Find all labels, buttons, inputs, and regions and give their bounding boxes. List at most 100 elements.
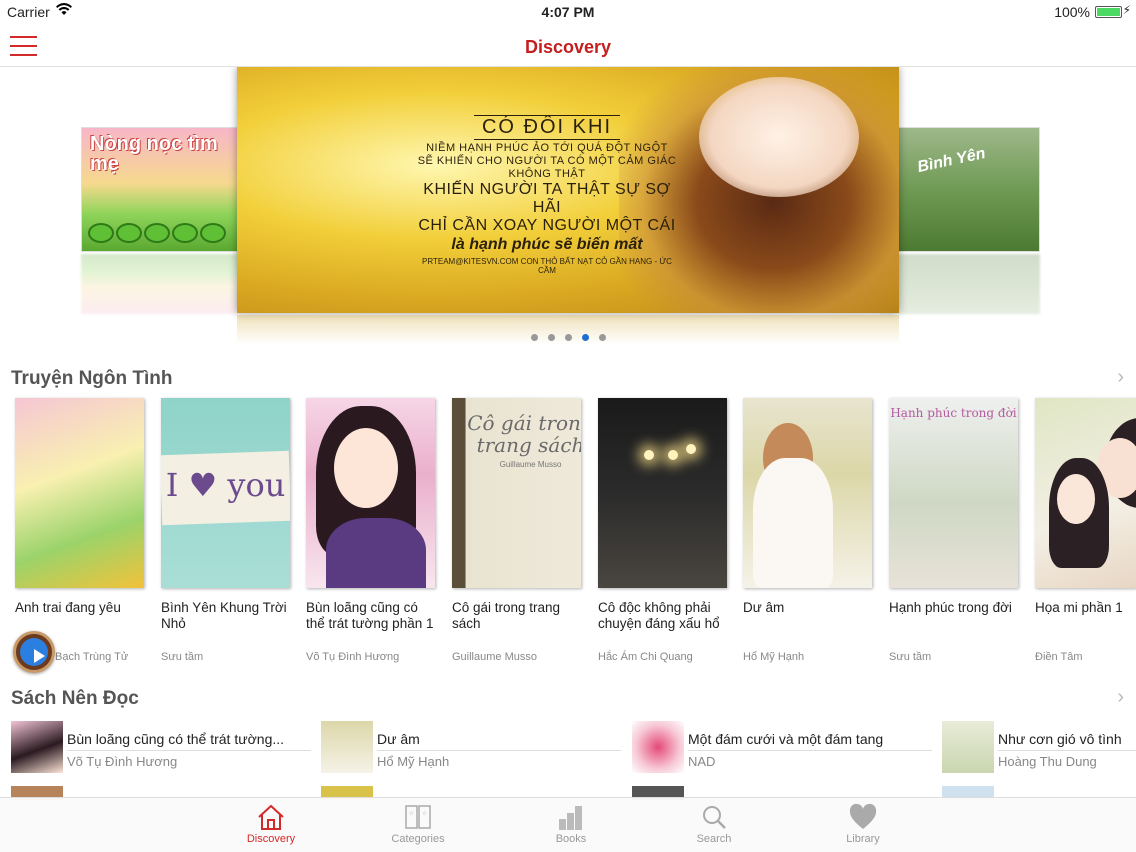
book-cover: Hạnh phúc trong đời [889, 398, 1018, 588]
book-thumbnail [321, 721, 373, 773]
battery-icon [1095, 6, 1122, 18]
book-cover [743, 398, 872, 588]
banner-credit: PRTEAM@KITESVN.COM CON THỎ BẤT NẠT CỎ GẦ… [422, 257, 672, 275]
navigation-bar: Discovery [0, 24, 1136, 67]
banner-quote-line: NIỀM HẠNH PHÚC ẢO TỚI QUÁ ĐỘT NGỘT [426, 142, 668, 154]
status-bar: Carrier 4:07 PM 100% ⚡ [0, 0, 1136, 24]
clock: 4:07 PM [541, 4, 595, 20]
book-cover-art [334, 428, 398, 508]
tab-library[interactable]: Library [823, 803, 903, 845]
banner-quote-line: KHIẾN NGƯỜI TA THẬT SỰ SỢ HÃI [423, 181, 671, 216]
book-author: Điền Tâm [1035, 651, 1083, 663]
frog-image [116, 223, 142, 243]
book-author: Võ Tụ Đình Hương [306, 651, 400, 663]
book-item[interactable]: Hạnh phúc trong đời Hạnh phúc trong đời … [889, 398, 1024, 663]
carousel-card-previous[interactable]: Nòng nọc tìm mẹ [81, 127, 241, 252]
book-title: Bùn loãng cũng có thể trát tường phần 1 [306, 600, 434, 631]
banner-quote: CÓ ĐÔI KHI NIỀM HẠNH PHÚC ẢO TỚI QUÁ ĐỘT… [417, 115, 677, 275]
tab-label: Categories [391, 833, 445, 845]
book-cover-text: Cô gái trong trang sách [467, 411, 581, 457]
banner-artwork [699, 77, 859, 197]
list-item-author: Hoàng Thu Dung [998, 754, 1097, 769]
audio-play-button[interactable] [13, 631, 55, 673]
book-item[interactable]: Dư âm Hổ Mỹ Hạnh [743, 398, 878, 663]
svg-text:☆: ☆ [422, 810, 427, 817]
book-item[interactable]: Bùn loãng cũng có thể trát tường phần 1 … [306, 398, 441, 663]
section-title-romance: Truyện Ngôn Tình [11, 368, 173, 389]
list-item-title: Như cơn gió vô tình [998, 731, 1122, 747]
frog-image [144, 223, 170, 243]
book-cover-text: I ♥ you [165, 466, 286, 504]
book-cover: Cô gái trong trang sách Guillaume Musso [452, 398, 581, 588]
page-dot-active[interactable] [581, 334, 589, 341]
tab-bar: Discovery ☆ ☆ Categories Books Search Lib… [0, 797, 1136, 852]
tab-label: Search [696, 833, 732, 845]
chevron-right-icon[interactable]: › [1117, 686, 1124, 709]
divider [998, 750, 1136, 751]
carousel-reflection [81, 254, 241, 314]
list-item[interactable]: Bùn loãng cũng có thể trát tường... Võ T… [11, 720, 311, 774]
book-author: Sưu tầm [161, 651, 204, 663]
banner-quote-line: CHỈ CẦN XOAY NGƯỜI MỘT CÁI [418, 217, 676, 234]
banner-quote-title: CÓ ĐÔI KHI [473, 115, 620, 140]
book-thumbnail [11, 721, 63, 773]
page-dot[interactable] [530, 334, 538, 341]
book-item[interactable]: Anh trai đang yêu Bạch Trùng Tử [15, 398, 150, 663]
battery-percentage: 100% [1054, 4, 1090, 20]
book-thumbnail [942, 721, 994, 773]
carousel-card-previous-title: Nòng nọc tìm mẹ [90, 133, 218, 175]
chevron-right-icon[interactable]: › [1117, 366, 1124, 389]
book-item[interactable]: Cô độc không phải chuyện đáng xấu hổ Hắc… [598, 398, 733, 663]
book-title: Bình Yên Khung Trời Nhỏ [161, 600, 287, 631]
book-cover-art [1057, 474, 1095, 524]
page-dot[interactable] [547, 334, 555, 341]
list-item-author: NAD [688, 754, 716, 769]
tab-discovery[interactable]: Discovery [231, 803, 311, 845]
recommended-list[interactable]: Bùn loãng cũng có thể trát tường... Võ T… [0, 720, 1136, 800]
book-cover-text: Guillaume Musso [499, 460, 562, 469]
charging-icon: ⚡ [1122, 3, 1131, 17]
page-indicator[interactable] [0, 328, 1136, 345]
banner-quote-line: là hạnh phúc sẽ biến mất [451, 236, 643, 253]
book-cover-art [668, 450, 678, 460]
book-author: Guillaume Musso [452, 651, 537, 663]
book-cover: I ♥ you [161, 398, 290, 588]
tab-categories[interactable]: ☆ ☆ Categories [378, 803, 458, 845]
page-dot[interactable] [564, 334, 572, 341]
tab-label: Library [846, 833, 880, 845]
list-item[interactable]: Như cơn gió vô tình Hoàng Thu Dung [942, 720, 1136, 774]
svg-text:☆: ☆ [409, 810, 414, 817]
divider [377, 750, 621, 751]
list-item-title: Dư âm [377, 731, 420, 747]
carousel-card-current[interactable]: CÓ ĐÔI KHI NIỀM HẠNH PHÚC ẢO TỚI QUÁ ĐỘT… [237, 67, 899, 313]
divider [688, 750, 932, 751]
home-icon [258, 804, 284, 830]
tab-search[interactable]: Search [674, 803, 754, 845]
book-cover [598, 398, 727, 588]
book-title: Cô gái trong trang sách [452, 600, 561, 631]
carousel-reflection [880, 254, 1040, 314]
carousel-card-next-title: Bình Yên [915, 145, 987, 177]
book-title: Cô độc không phải chuyện đáng xấu hổ [598, 600, 720, 631]
frog-image [172, 223, 198, 243]
featured-carousel[interactable]: Nòng nọc tìm mẹ Bình Yên CÓ ĐÔI KHI NIỀM… [0, 67, 1136, 345]
frog-image [200, 223, 226, 243]
book-item[interactable]: I ♥ you Bình Yên Khung Trời Nhỏ Sưu tầm [161, 398, 296, 663]
list-item[interactable]: Dư âm Hổ Mỹ Hạnh [321, 720, 621, 774]
book-item[interactable]: Họa mi phần 1 Điền Tâm [1035, 398, 1136, 663]
book-author: Hắc Ám Chi Quang [598, 651, 693, 663]
book-carousel[interactable]: Anh trai đang yêu Bạch Trùng Tử I ♥ you … [0, 398, 1136, 673]
list-item[interactable]: Một đám cưới và một đám tang NAD [632, 720, 932, 774]
carousel-card-next[interactable]: Bình Yên [880, 127, 1040, 252]
book-title: Họa mi phần 1 [1035, 600, 1123, 615]
heart-icon [849, 803, 877, 829]
book-author: Hổ Mỹ Hạnh [743, 651, 805, 663]
tab-books[interactable]: Books [531, 803, 611, 845]
page-dot[interactable] [598, 334, 606, 341]
list-item-title: Bùn loãng cũng có thể trát tường... [67, 731, 285, 747]
banner-quote-line: SẼ KHIẾN CHO NGƯỜI TA CÓ MỘT CẢM GIÁC KH… [417, 155, 677, 180]
book-cover-text: Hạnh phúc trong đời [890, 406, 1017, 420]
book-cover-art [326, 518, 426, 588]
book-item[interactable]: Cô gái trong trang sách Guillaume Musso … [452, 398, 587, 663]
book-cover [1035, 398, 1136, 588]
